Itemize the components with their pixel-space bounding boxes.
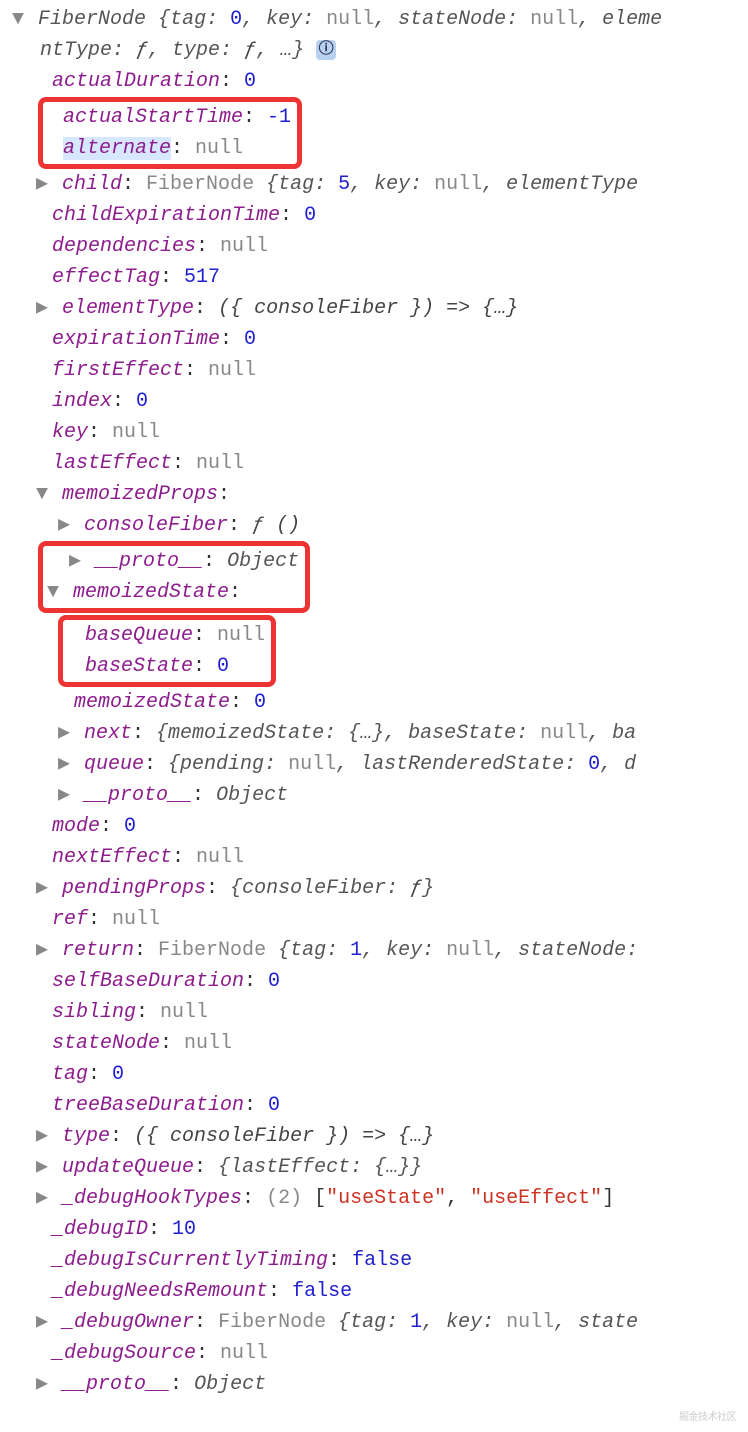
prop-dependencies[interactable]: dependencies: null [8, 231, 740, 262]
prop-expirationTime[interactable]: expirationTime: 0 [8, 324, 740, 355]
prop-memoizedState-baseState[interactable]: baseState: 0 [69, 651, 265, 682]
prop-debugIsCurrentlyTiming[interactable]: _debugIsCurrentlyTiming: false [8, 1245, 740, 1276]
expand-icon[interactable]: ▶ [36, 1307, 50, 1338]
prop-index[interactable]: index: 0 [8, 386, 740, 417]
expand-icon[interactable]: ▶ [58, 510, 72, 541]
prop-mode[interactable]: mode: 0 [8, 811, 740, 842]
info-icon[interactable]: ⓘ [316, 40, 336, 60]
prop-stateNode[interactable]: stateNode: null [8, 1028, 740, 1059]
expand-icon[interactable]: ▶ [58, 780, 72, 811]
prop-memoizedProps-consoleFiber[interactable]: ▶ consoleFiber: ƒ () [8, 510, 740, 541]
prop-childExpirationTime[interactable]: childExpirationTime: 0 [8, 200, 740, 231]
expand-icon[interactable]: ▶ [58, 749, 72, 780]
prop-memoizedState-baseQueue[interactable]: baseQueue: null [69, 620, 265, 651]
expand-icon[interactable]: ▶ [36, 873, 50, 904]
prop-alternate[interactable]: alternate: null [49, 133, 291, 164]
expand-icon[interactable]: ▼ [36, 479, 50, 510]
prop-pendingProps[interactable]: ▶ pendingProps: {consoleFiber: ƒ} [8, 873, 740, 904]
prop-debugSource[interactable]: _debugSource: null [8, 1338, 740, 1369]
prop-memoizedState-next[interactable]: ▶ next: {memoizedState: {…}, baseState: … [8, 718, 740, 749]
object-type-name: FiberNode [38, 8, 146, 31]
prop-lastEffect[interactable]: lastEffect: null [8, 448, 740, 479]
prop-ref[interactable]: ref: null [8, 904, 740, 935]
expand-icon[interactable]: ▶ [36, 169, 50, 200]
prop-memoizedProps-proto[interactable]: ▶ __proto__: Object [49, 546, 299, 577]
expand-icon[interactable]: ▶ [36, 1369, 50, 1400]
expand-icon[interactable]: ▶ [58, 718, 72, 749]
watermark: 掘金技术社区 [679, 1411, 736, 1427]
expand-icon[interactable]: ▶ [36, 1152, 50, 1183]
prop-memoizedState[interactable]: ▼ memoizedState: [49, 577, 299, 608]
prop-type[interactable]: ▶ type: ({ consoleFiber }) => {…} [8, 1121, 740, 1152]
expand-icon[interactable]: ▶ [36, 1183, 50, 1214]
prop-effectTag[interactable]: effectTag: 517 [8, 262, 740, 293]
prop-nextEffect[interactable]: nextEffect: null [8, 842, 740, 873]
prop-updateQueue[interactable]: ▶ updateQueue: {lastEffect: {…}} [8, 1152, 740, 1183]
prop-selfBaseDuration[interactable]: selfBaseDuration: 0 [8, 966, 740, 997]
expand-icon[interactable]: ▶ [36, 1121, 50, 1152]
prop-memoizedState-queue[interactable]: ▶ queue: {pending: null, lastRenderedSta… [8, 749, 740, 780]
expand-icon[interactable]: ▼ [47, 577, 61, 608]
prop-treeBaseDuration[interactable]: treeBaseDuration: 0 [8, 1090, 740, 1121]
prop-actualStartTime[interactable]: actualStartTime: -1 [49, 102, 291, 133]
prop-debugID[interactable]: _debugID: 10 [8, 1214, 740, 1245]
prop-elementType[interactable]: ▶ elementType: ({ consoleFiber }) => {…} [8, 293, 740, 324]
prop-memoizedState-memoizedState[interactable]: memoizedState: 0 [8, 687, 740, 718]
prop-debugNeedsRemount[interactable]: _debugNeedsRemount: false [8, 1276, 740, 1307]
prop-debugOwner[interactable]: ▶ _debugOwner: FiberNode {tag: 1, key: n… [8, 1307, 740, 1338]
expand-icon[interactable]: ▼ [12, 4, 26, 35]
highlight-box-3: baseQueue: null baseState: 0 [58, 615, 276, 687]
prop-memoizedState-proto[interactable]: ▶ __proto__: Object [8, 780, 740, 811]
prop-sibling[interactable]: sibling: null [8, 997, 740, 1028]
prop-memoizedProps[interactable]: ▼ memoizedProps: [8, 479, 740, 510]
highlight-box-2: ▶ __proto__: Object ▼ memoizedState: [38, 541, 310, 613]
prop-actualDuration[interactable]: actualDuration: 0 [8, 66, 740, 97]
prop-firstEffect[interactable]: firstEffect: null [8, 355, 740, 386]
prop-proto[interactable]: ▶ __proto__: Object [8, 1369, 740, 1400]
prop-key[interactable]: key: null [8, 417, 740, 448]
highlight-box-1: actualStartTime: -1 alternate: null [38, 97, 302, 169]
expand-icon[interactable]: ▶ [36, 935, 50, 966]
prop-debugHookTypes[interactable]: ▶ _debugHookTypes: (2) ["useState", "use… [8, 1183, 740, 1214]
prop-return[interactable]: ▶ return: FiberNode {tag: 1, key: null, … [8, 935, 740, 966]
prop-child[interactable]: ▶ child: FiberNode {tag: 5, key: null, e… [8, 169, 740, 200]
prop-tag[interactable]: tag: 0 [8, 1059, 740, 1090]
expand-icon[interactable]: ▶ [36, 293, 50, 324]
expand-icon[interactable]: ▶ [69, 546, 83, 577]
object-header[interactable]: ▼ FiberNode {tag: 0, key: null, stateNod… [8, 4, 740, 66]
